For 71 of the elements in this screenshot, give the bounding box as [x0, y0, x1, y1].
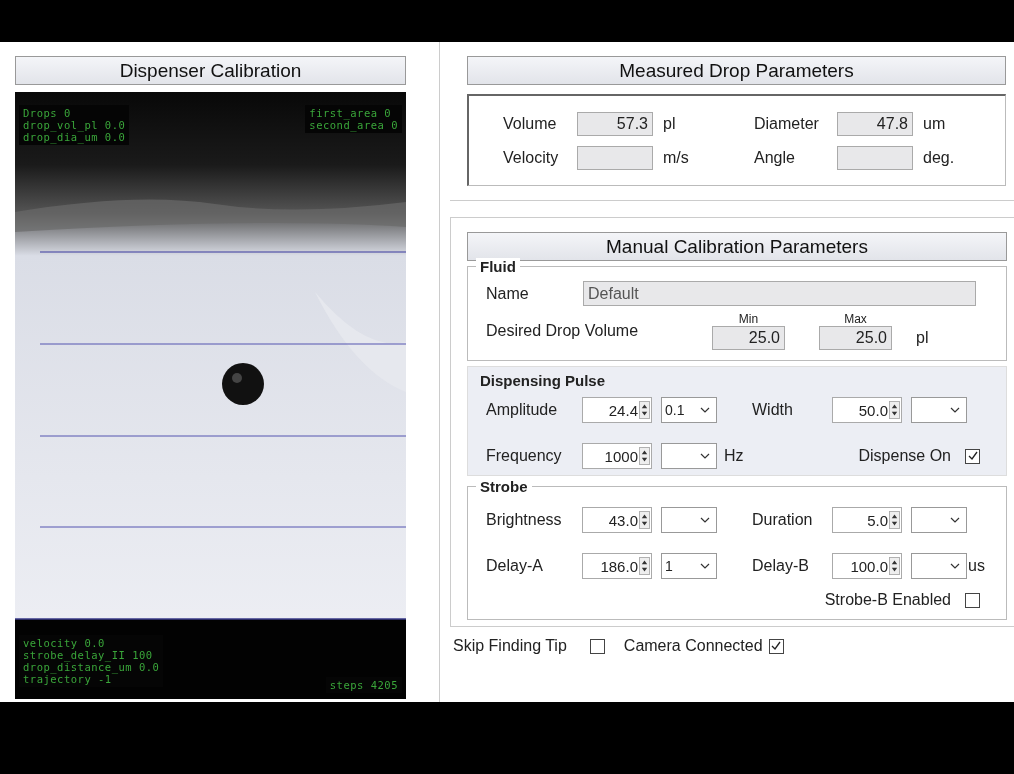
- checkbox-label: Dispense On: [858, 447, 951, 465]
- unit-label: pl: [915, 329, 929, 347]
- checkbox-label: Skip Finding Tip: [453, 637, 567, 655]
- panel-header: Dispenser Calibration: [15, 56, 406, 85]
- dropdown[interactable]: [911, 397, 967, 423]
- spinner-arrows-icon: [889, 401, 900, 419]
- field-label: Duration: [752, 511, 814, 529]
- overlay-readout: first_area 0 second_area 0: [305, 105, 402, 133]
- spinner-arrows-icon: [639, 401, 650, 419]
- checkbox-label: Strobe-B Enabled: [824, 591, 951, 609]
- unit-label: pl: [663, 114, 676, 133]
- spinner-field[interactable]: 50.0: [832, 397, 902, 423]
- column-label: Max: [844, 312, 867, 326]
- chevron-down-icon: [950, 407, 960, 413]
- dropdown[interactable]: [911, 507, 967, 533]
- panel-header: Manual Calibration Parameters: [467, 232, 1007, 261]
- field-label: Brightness: [486, 511, 563, 529]
- panel-header: Measured Drop Parameters: [467, 56, 1006, 85]
- field-label: Desired Drop Volume: [486, 322, 640, 340]
- spinner-arrows-icon: [639, 557, 650, 575]
- name-field[interactable]: Default: [583, 281, 976, 306]
- chevron-down-icon: [700, 453, 710, 459]
- checkbox[interactable]: [589, 638, 605, 654]
- field-label: Diameter: [754, 114, 820, 133]
- spinner-field[interactable]: 1000: [582, 443, 652, 469]
- chevron-down-icon: [950, 517, 960, 523]
- dropdown[interactable]: [911, 553, 967, 579]
- group-title: Dispensing Pulse: [479, 372, 607, 389]
- unit-label: us: [967, 557, 986, 575]
- dropdown[interactable]: [661, 507, 717, 533]
- chevron-down-icon: [700, 407, 710, 413]
- chevron-down-icon: [700, 563, 710, 569]
- spinner-arrows-icon: [639, 447, 650, 465]
- chevron-down-icon: [950, 563, 960, 569]
- spinner-field[interactable]: 43.0: [582, 507, 652, 533]
- unit-label: um: [923, 114, 946, 133]
- spinner-arrows-icon: [639, 511, 650, 529]
- readonly-field: 25.0: [819, 326, 892, 350]
- field-label: Velocity: [503, 148, 560, 167]
- field-label: Amplitude: [486, 401, 559, 419]
- field-label: Volume: [503, 114, 558, 133]
- overlay-readout: Drops 0 drop_vol_pl 0.0 drop_dia_um 0.0: [19, 105, 130, 145]
- spinner-field[interactable]: 5.0: [832, 507, 902, 533]
- checkbox[interactable]: [965, 592, 980, 608]
- dropdown[interactable]: [661, 443, 717, 469]
- field-label: Frequency: [486, 447, 563, 465]
- unit-label: deg.: [923, 148, 955, 167]
- group-title: Fluid: [476, 258, 520, 275]
- spinner-arrows-icon: [889, 511, 900, 529]
- checkbox[interactable]: [768, 638, 784, 654]
- readonly-field: 25.0: [712, 326, 785, 350]
- spinner-field[interactable]: 24.4: [582, 397, 652, 423]
- dropdown[interactable]: 0.1: [661, 397, 717, 423]
- field-label: Delay-B: [752, 557, 810, 575]
- spinner-field[interactable]: 100.0: [832, 553, 902, 579]
- unit-label: m/s: [663, 148, 689, 167]
- field-label: Delay-A: [486, 557, 544, 575]
- readonly-field: 57.3: [577, 111, 653, 136]
- field-label: Angle: [754, 148, 796, 167]
- dropdown[interactable]: 1: [661, 553, 717, 579]
- column-label: Min: [738, 312, 759, 326]
- checkbox-label: Camera Connected: [623, 637, 763, 655]
- checkbox[interactable]: [965, 448, 980, 464]
- chevron-down-icon: [700, 517, 710, 523]
- field-label: Name: [486, 284, 530, 303]
- readonly-field: 47.8: [837, 111, 913, 136]
- field-label: Width: [752, 401, 794, 419]
- unit-label: Hz: [723, 447, 745, 465]
- spinner-arrows-icon: [889, 557, 900, 575]
- spinner-field[interactable]: 186.0: [582, 553, 652, 579]
- group-title: Strobe: [476, 478, 532, 495]
